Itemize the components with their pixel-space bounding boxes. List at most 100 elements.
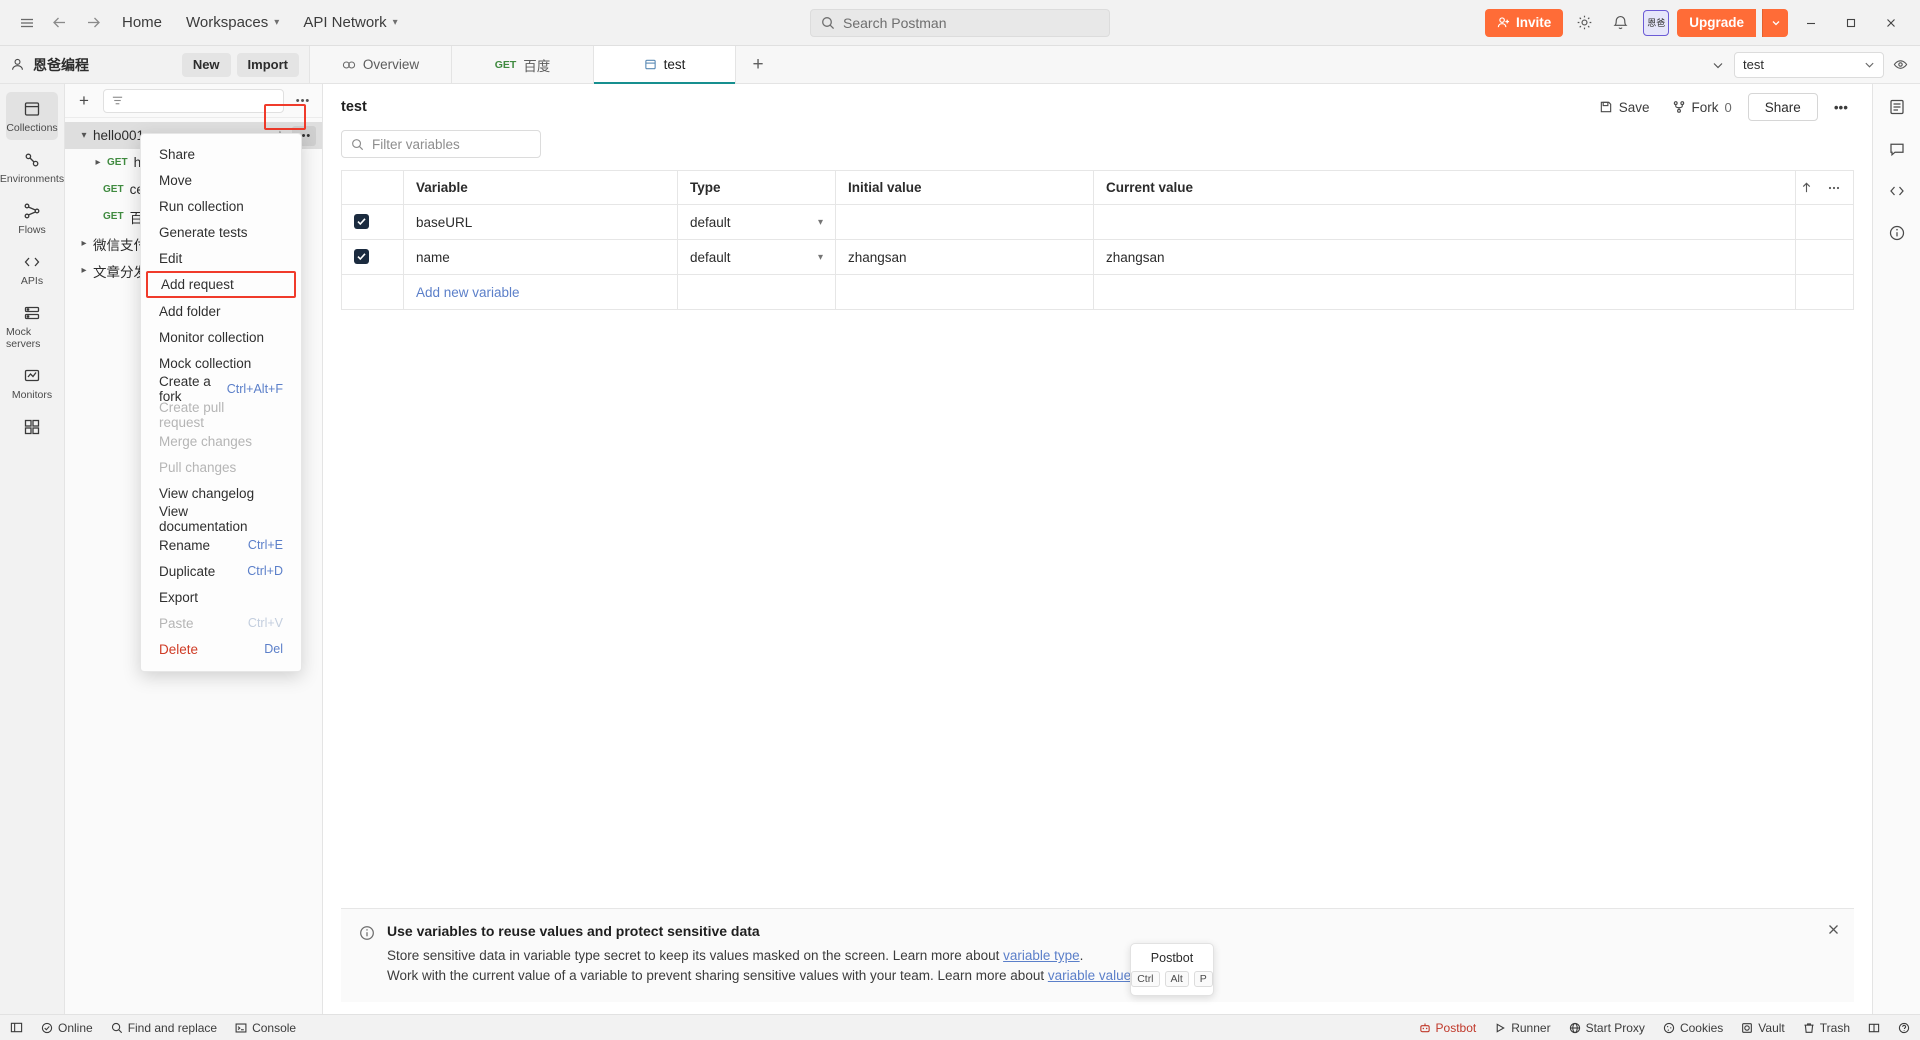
tabs-overflow-chevron-icon[interactable] — [1704, 51, 1732, 79]
ctx-item-share[interactable]: Share — [141, 141, 301, 167]
row-current-value[interactable]: zhangsan — [1093, 239, 1796, 275]
row-variable-name[interactable]: name — [403, 239, 678, 275]
settings-gear-icon[interactable] — [1569, 8, 1599, 38]
code-icon[interactable] — [1884, 178, 1910, 204]
notifications-bell-icon[interactable] — [1605, 8, 1635, 38]
status-runner[interactable]: Runner — [1494, 1021, 1551, 1035]
ctx-item-view-changelog[interactable]: View changelog — [141, 480, 301, 506]
status-postbot[interactable]: Postbot — [1419, 1021, 1476, 1035]
hamburger-icon[interactable] — [12, 8, 42, 38]
documentation-icon[interactable] — [1884, 94, 1910, 120]
sidebar-item-environments[interactable]: Environments — [0, 143, 64, 191]
table-row[interactable]: baseURL default ▾ — [341, 204, 1854, 240]
ctx-item-paste: Paste Ctrl+V — [141, 610, 301, 636]
chevron-right-icon[interactable]: ▸ — [75, 238, 93, 249]
status-sidebar-toggle[interactable] — [10, 1021, 23, 1034]
save-button[interactable]: Save — [1593, 97, 1656, 118]
ctx-item-delete[interactable]: Delete Del — [141, 636, 301, 662]
user-avatar[interactable]: 恩爸 — [1641, 8, 1671, 38]
status-online[interactable]: Online — [41, 1021, 93, 1035]
maximize-window-button[interactable] — [1834, 8, 1868, 38]
fork-button[interactable]: Fork 0 — [1666, 97, 1738, 118]
ctx-item-rename[interactable]: Rename Ctrl+E — [141, 532, 301, 558]
tab-test[interactable]: test — [594, 46, 736, 84]
sidebar-filter-input[interactable] — [103, 88, 284, 113]
ctx-item-create-a-fork[interactable]: Create a fork Ctrl+Alt+F — [141, 374, 301, 404]
environment-quick-look-eye-icon[interactable] — [1886, 51, 1914, 79]
chevron-right-icon[interactable]: ▸ — [75, 265, 93, 276]
banner-close-icon[interactable] — [1827, 923, 1840, 940]
row-type-cell[interactable]: default ▾ — [677, 204, 836, 240]
sidebar-item-collections[interactable]: Collections — [6, 92, 58, 140]
status-find-and-replace[interactable]: Find and replace — [111, 1021, 217, 1035]
upgrade-dropdown-chevron-icon[interactable] — [1762, 8, 1788, 37]
environment-selector[interactable]: test — [1734, 51, 1884, 78]
info-circle-icon[interactable] — [1884, 220, 1910, 246]
row-type-cell[interactable]: default ▾ — [677, 239, 836, 275]
ctx-item-view-documentation[interactable]: View documentation — [141, 504, 301, 534]
status-start-proxy[interactable]: Start Proxy — [1569, 1021, 1645, 1035]
variable-values-link[interactable]: variable values — [1048, 968, 1138, 983]
share-button[interactable]: Share — [1747, 93, 1818, 121]
main-more-actions-button[interactable]: ••• — [1828, 97, 1854, 118]
sort-ascending-icon[interactable] — [1800, 181, 1813, 194]
table-more-actions-icon[interactable] — [1827, 181, 1841, 195]
ctx-item-edit[interactable]: Edit — [141, 245, 301, 271]
status-console[interactable]: Console — [235, 1021, 296, 1035]
sidebar-item-more-apps[interactable] — [6, 410, 58, 443]
minimize-window-button[interactable] — [1794, 8, 1828, 38]
sidebar-new-button[interactable]: + — [73, 90, 95, 112]
arrow-right-icon[interactable] — [76, 8, 110, 38]
global-search-input[interactable]: Search Postman — [810, 8, 1110, 37]
upgrade-button[interactable]: Upgrade — [1677, 8, 1756, 37]
row-checkbox[interactable] — [354, 214, 369, 229]
ctx-item-duplicate[interactable]: Duplicate Ctrl+D — [141, 558, 301, 584]
row-initial-value[interactable]: zhangsan — [835, 239, 1094, 275]
status-trash[interactable]: Trash — [1803, 1021, 1850, 1035]
ctx-item-export[interactable]: Export — [141, 584, 301, 610]
tab-baidu[interactable]: GET 百度 — [452, 46, 594, 83]
row-actions-cell — [1795, 204, 1854, 240]
ctx-item-run-collection[interactable]: Run collection — [141, 193, 301, 219]
add-new-variable-cell[interactable]: Add new variable — [403, 274, 678, 310]
add-tab-button[interactable]: + — [736, 46, 780, 83]
nav-home[interactable]: Home — [110, 8, 174, 38]
collection-context-menu: Share Move Run collection Generate tests… — [140, 133, 302, 672]
sidebar-item-flows[interactable]: Flows — [6, 194, 58, 242]
avatar-initials: 恩爸 — [1647, 18, 1666, 28]
status-help[interactable] — [1898, 1022, 1910, 1034]
new-button[interactable]: New — [181, 52, 231, 77]
status-cookies[interactable]: Cookies — [1663, 1021, 1723, 1035]
sidebar-item-apis[interactable]: APIs — [6, 245, 58, 293]
arrow-left-icon[interactable] — [42, 8, 76, 38]
filter-variables-input[interactable]: Filter variables — [341, 130, 541, 158]
sidebar-item-monitors[interactable]: Monitors — [6, 359, 58, 407]
comments-icon[interactable] — [1884, 136, 1910, 162]
row-checkbox[interactable] — [354, 249, 369, 264]
tab-overview[interactable]: Overview — [310, 46, 452, 83]
row-initial-value[interactable] — [835, 204, 1094, 240]
variable-type-link[interactable]: variable type — [1003, 948, 1080, 963]
ctx-item-monitor-collection[interactable]: Monitor collection — [141, 324, 301, 350]
table-row[interactable]: name default ▾ zhangsan zhangsan — [341, 239, 1854, 275]
ctx-item-mock-collection[interactable]: Mock collection — [141, 350, 301, 376]
invite-button[interactable]: Invite — [1484, 8, 1564, 37]
status-layout-toggle[interactable] — [1868, 1022, 1880, 1034]
nav-api-network[interactable]: API Network ▾ — [291, 8, 409, 38]
close-window-button[interactable] — [1874, 8, 1908, 38]
ctx-item-move[interactable]: Move — [141, 167, 301, 193]
sidebar-more-actions-button[interactable]: ••• — [292, 90, 314, 112]
runner-icon — [1496, 1022, 1506, 1033]
chevron-right-icon[interactable]: ▸ — [89, 157, 107, 168]
ctx-item-add-folder[interactable]: Add folder — [141, 298, 301, 324]
chevron-down-icon[interactable]: ▾ — [75, 130, 93, 141]
ctx-item-generate-tests[interactable]: Generate tests — [141, 219, 301, 245]
ctx-item-add-request[interactable]: Add request — [146, 271, 296, 298]
row-current-value[interactable] — [1093, 204, 1796, 240]
nav-workspaces[interactable]: Workspaces ▾ — [174, 8, 291, 38]
sidebar-item-mock-servers[interactable]: Mock servers — [6, 296, 58, 356]
import-button[interactable]: Import — [236, 52, 299, 77]
row-variable-name[interactable]: baseURL — [403, 204, 678, 240]
add-new-variable-row[interactable]: Add new variable — [341, 274, 1854, 310]
status-vault[interactable]: Vault — [1741, 1021, 1785, 1035]
